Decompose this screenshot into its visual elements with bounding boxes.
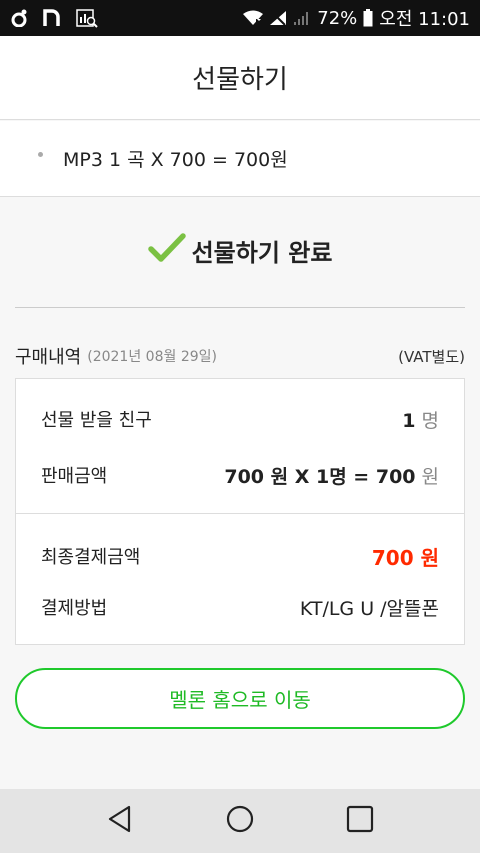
back-button[interactable]	[96, 797, 144, 845]
go-to-melon-home-label: 멜론 홈으로 이동	[169, 688, 311, 712]
sale-amount-value: 700 원 X 1명 = 700 원	[224, 462, 439, 489]
purchase-item-row: MP3 1 곡 X 700 = 700원	[0, 121, 480, 197]
battery-icon	[363, 9, 373, 27]
home-icon	[226, 805, 254, 837]
no-signal-icon	[269, 10, 287, 26]
purchase-date: (2021년 08월 29일)	[87, 349, 217, 365]
recipient-count-label: 선물 받을 친구	[41, 410, 152, 431]
completion-text: 선물하기 완료	[191, 238, 333, 267]
vat-note: (VAT별도)	[398, 347, 465, 366]
clock: 오전 11:01	[379, 9, 470, 30]
recipient-count-unit: 명	[421, 409, 439, 432]
page-header: 선물하기	[0, 36, 480, 120]
bullet-icon	[38, 152, 43, 157]
n-app-icon	[42, 9, 62, 27]
home-button[interactable]	[216, 797, 264, 845]
status-bar: 72% 오전 11:01	[0, 0, 480, 36]
divider	[15, 307, 465, 308]
sale-amount-unit: 원	[421, 465, 439, 488]
wifi-icon	[243, 10, 264, 26]
battery-percent: 72%	[317, 7, 358, 29]
final-amount-label: 최종결제금액	[41, 547, 141, 568]
recent-apps-icon	[346, 805, 374, 837]
navigation-bar	[0, 789, 480, 853]
final-amount-value: 700 원	[371, 545, 439, 570]
payment-method-label: 결제방법	[41, 598, 108, 619]
sale-amount-row: 판매금액 700 원 X 1명 = 700 원	[16, 455, 464, 495]
purchase-item-text: MP3 1 곡 X 700 = 700원	[63, 149, 288, 171]
notification-dot-icon	[10, 9, 28, 27]
box-divider	[16, 513, 464, 514]
recent-apps-button[interactable]	[336, 797, 384, 845]
completion-message: 선물하기 완료	[0, 215, 480, 285]
payment-method-row: 결제방법 KT/LG U /알뜰폰	[16, 587, 464, 627]
sale-amount-label: 판매금액	[41, 466, 108, 487]
final-amount-row: 최종결제금액 700 원	[16, 536, 464, 576]
check-icon	[147, 232, 186, 268]
signal-bars-icon	[293, 10, 311, 26]
sale-amount-formula: 700 원 X 1명 = 700	[224, 465, 416, 488]
purchase-details-box: 선물 받을 친구 1명 판매금액 700 원 X 1명 = 700 원 최종결제금…	[15, 378, 465, 645]
back-icon	[107, 805, 133, 837]
chart-search-icon	[76, 8, 98, 28]
purchase-history-header: 구매내역 (2021년 08월 29일) (VAT별도)	[15, 340, 465, 372]
purchase-history-title: 구매내역	[15, 347, 82, 368]
payment-method-value: KT/LG U /알뜰폰	[299, 597, 439, 620]
page-title: 선물하기	[192, 65, 288, 95]
recipient-count-value: 1명	[402, 406, 439, 433]
recipient-count-row: 선물 받을 친구 1명	[16, 399, 464, 439]
recipient-count-number: 1	[402, 409, 416, 432]
go-to-melon-home-button[interactable]: 멜론 홈으로 이동	[15, 668, 465, 729]
